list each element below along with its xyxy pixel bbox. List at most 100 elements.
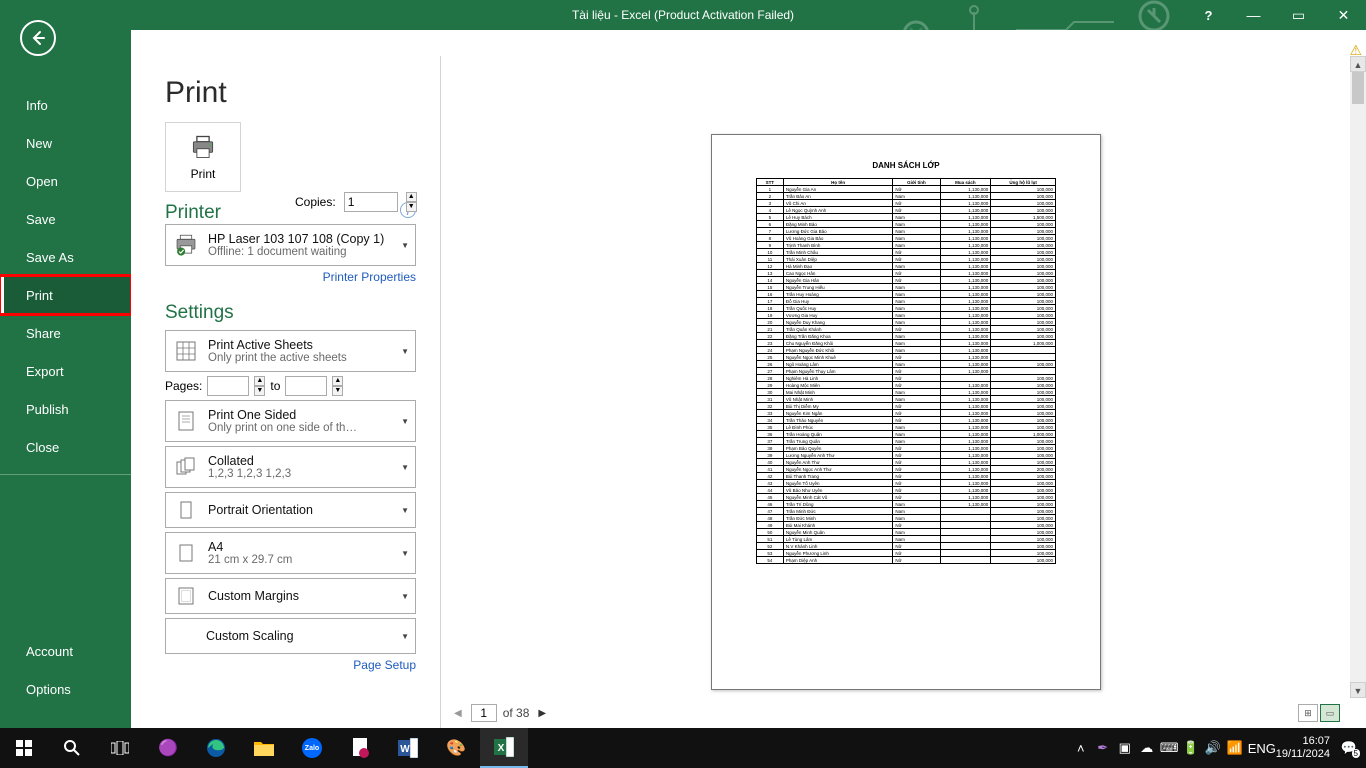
- document-table: STTHọ tênGiới tínhMua sáchỦng hộ lũ lụt …: [756, 178, 1056, 564]
- tray-volume-icon[interactable]: 🔊: [1204, 740, 1222, 756]
- scaling-selector[interactable]: Custom Scaling ▼: [165, 618, 416, 654]
- tray-battery-icon[interactable]: 🔋: [1182, 740, 1200, 756]
- nav-new[interactable]: New: [0, 124, 131, 162]
- taskbar-word-icon[interactable]: W: [384, 728, 432, 768]
- print-sided-selector[interactable]: Print One Sided Only print on one side o…: [165, 400, 416, 442]
- printer-name: HP Laser 103 107 108 (Copy 1): [208, 232, 393, 246]
- chevron-down-icon: ▼: [401, 347, 409, 356]
- restore-button[interactable]: ▭: [1276, 0, 1321, 30]
- print-heading: Print: [165, 76, 416, 110]
- pages-label: Pages:: [165, 379, 202, 393]
- printer-status: Offline: 1 document waiting: [208, 246, 393, 258]
- settings-heading: Settings: [165, 302, 416, 324]
- back-arrow-icon: [29, 29, 47, 47]
- chevron-down-icon: ▼: [401, 241, 409, 250]
- tray-notifications-icon[interactable]: 💬5: [1340, 740, 1358, 756]
- pages-from-spinner[interactable]: ▲▼: [254, 376, 265, 396]
- pages-from-input[interactable]: [207, 376, 249, 396]
- back-button[interactable]: [20, 20, 56, 56]
- tray-language[interactable]: ENG: [1248, 741, 1266, 756]
- collate-selector[interactable]: Collated 1,2,3 1,2,3 1,2,3 ▼: [165, 446, 416, 488]
- chevron-down-icon: ▼: [401, 632, 409, 641]
- nav-save[interactable]: Save: [0, 200, 131, 238]
- taskbar-excel-icon[interactable]: X: [480, 728, 528, 768]
- scroll-down-icon[interactable]: ▼: [1350, 682, 1366, 698]
- prev-page-button[interactable]: ◀: [451, 708, 465, 719]
- show-margins-button[interactable]: ⊞: [1298, 704, 1318, 722]
- tray-feather-icon[interactable]: ✒: [1094, 740, 1112, 756]
- copies-spinner[interactable]: ▲▼: [406, 192, 417, 212]
- paper-icon: [172, 539, 200, 567]
- page-setup-link[interactable]: Page Setup: [353, 658, 416, 672]
- chevron-down-icon: ▼: [401, 463, 409, 472]
- print-button[interactable]: Print: [165, 122, 241, 192]
- nav-save-as[interactable]: Save As: [0, 238, 131, 276]
- tray-onedrive-icon[interactable]: ☁: [1138, 740, 1156, 756]
- preview-scrollbar[interactable]: ▲ ▼: [1350, 56, 1366, 698]
- close-window-button[interactable]: ✕: [1321, 0, 1366, 30]
- tray-clock[interactable]: 16:07 19/11/2024: [1270, 735, 1336, 761]
- printer-properties-link[interactable]: Printer Properties: [323, 270, 416, 284]
- printer-device-icon: [172, 231, 200, 259]
- scroll-up-icon[interactable]: ▲: [1350, 56, 1366, 72]
- taskbar-zalo-icon[interactable]: Zalo: [288, 728, 336, 768]
- printer-heading: Printer: [165, 202, 221, 223]
- margins-selector[interactable]: Custom Margins ▼: [165, 578, 416, 614]
- document-title: DANH SÁCH LỚP: [712, 161, 1100, 170]
- zoom-to-page-button[interactable]: ▭: [1320, 704, 1340, 722]
- minimize-button[interactable]: —: [1231, 0, 1276, 30]
- chevron-down-icon: ▼: [401, 506, 409, 515]
- portrait-icon: [172, 496, 200, 524]
- titlebar-decor: [896, 0, 1196, 56]
- taskbar-copilot-icon[interactable]: 🟣: [144, 728, 192, 768]
- print-preview-area: DANH SÁCH LỚP STTHọ tênGiới tínhMua sách…: [441, 56, 1366, 728]
- chevron-down-icon: ▼: [401, 592, 409, 601]
- page-preview: DANH SÁCH LỚP STTHọ tênGiới tínhMua sách…: [711, 134, 1101, 690]
- scroll-thumb[interactable]: [1352, 72, 1364, 104]
- tray-chevron-icon[interactable]: ˄: [1072, 741, 1090, 756]
- nav-export[interactable]: Export: [0, 352, 131, 390]
- nav-options[interactable]: Options: [0, 670, 131, 708]
- nav-open[interactable]: Open: [0, 162, 131, 200]
- nav-close[interactable]: Close: [0, 428, 131, 466]
- backstage-sidebar: Info New Open Save Save As Print Share E…: [0, 0, 131, 728]
- next-page-button[interactable]: ▶: [535, 708, 549, 719]
- search-button[interactable]: [48, 728, 96, 768]
- collated-icon: [172, 453, 200, 481]
- copies-input[interactable]: [344, 192, 398, 212]
- one-sided-icon: [172, 407, 200, 435]
- taskbar-paint-icon[interactable]: 🎨: [432, 728, 480, 768]
- taskbar-edge-icon[interactable]: [192, 728, 240, 768]
- page-count-label: of 38: [503, 706, 530, 720]
- printer-icon: [189, 133, 217, 161]
- paper-size-selector[interactable]: A4 21 cm x 29.7 cm ▼: [165, 532, 416, 574]
- nav-account[interactable]: Account: [0, 632, 131, 670]
- print-button-label: Print: [191, 167, 216, 181]
- nav-info[interactable]: Info: [0, 86, 131, 124]
- windows-taskbar: 🟣 Zalo W 🎨 X ˄ ✒ ▣ ☁ ⌨ 🔋 🔊 📶 ENG 16:07 1…: [0, 728, 1366, 768]
- copies-label: Copies:: [295, 195, 336, 209]
- tray-keyboard-icon[interactable]: ⌨: [1160, 740, 1178, 756]
- print-settings-panel: Print Print Copies: ▲▼ Printer i: [131, 56, 441, 728]
- chevron-down-icon: ▼: [401, 417, 409, 426]
- current-page-input[interactable]: [471, 704, 497, 722]
- pages-to-input[interactable]: [285, 376, 327, 396]
- active-sheets-icon: [172, 337, 200, 365]
- nav-share[interactable]: Share: [0, 314, 131, 352]
- taskbar-app-icon[interactable]: [336, 728, 384, 768]
- pages-to-spinner[interactable]: ▲▼: [332, 376, 343, 396]
- window-title: Tài liệu - Excel (Product Activation Fai…: [572, 8, 794, 22]
- tray-app-icon[interactable]: ▣: [1116, 740, 1134, 756]
- tray-wifi-icon[interactable]: 📶: [1226, 740, 1244, 756]
- nav-print[interactable]: Print: [0, 276, 131, 314]
- print-what-selector[interactable]: Print Active Sheets Only print the activ…: [165, 330, 416, 372]
- svg-text:X: X: [498, 743, 505, 754]
- taskbar-explorer-icon[interactable]: [240, 728, 288, 768]
- task-view-button[interactable]: [96, 728, 144, 768]
- printer-selector[interactable]: HP Laser 103 107 108 (Copy 1) Offline: 1…: [165, 224, 416, 266]
- margins-icon: [172, 582, 200, 610]
- start-button[interactable]: [0, 728, 48, 768]
- nav-publish[interactable]: Publish: [0, 390, 131, 428]
- pages-to-label: to: [270, 379, 280, 393]
- orientation-selector[interactable]: Portrait Orientation ▼: [165, 492, 416, 528]
